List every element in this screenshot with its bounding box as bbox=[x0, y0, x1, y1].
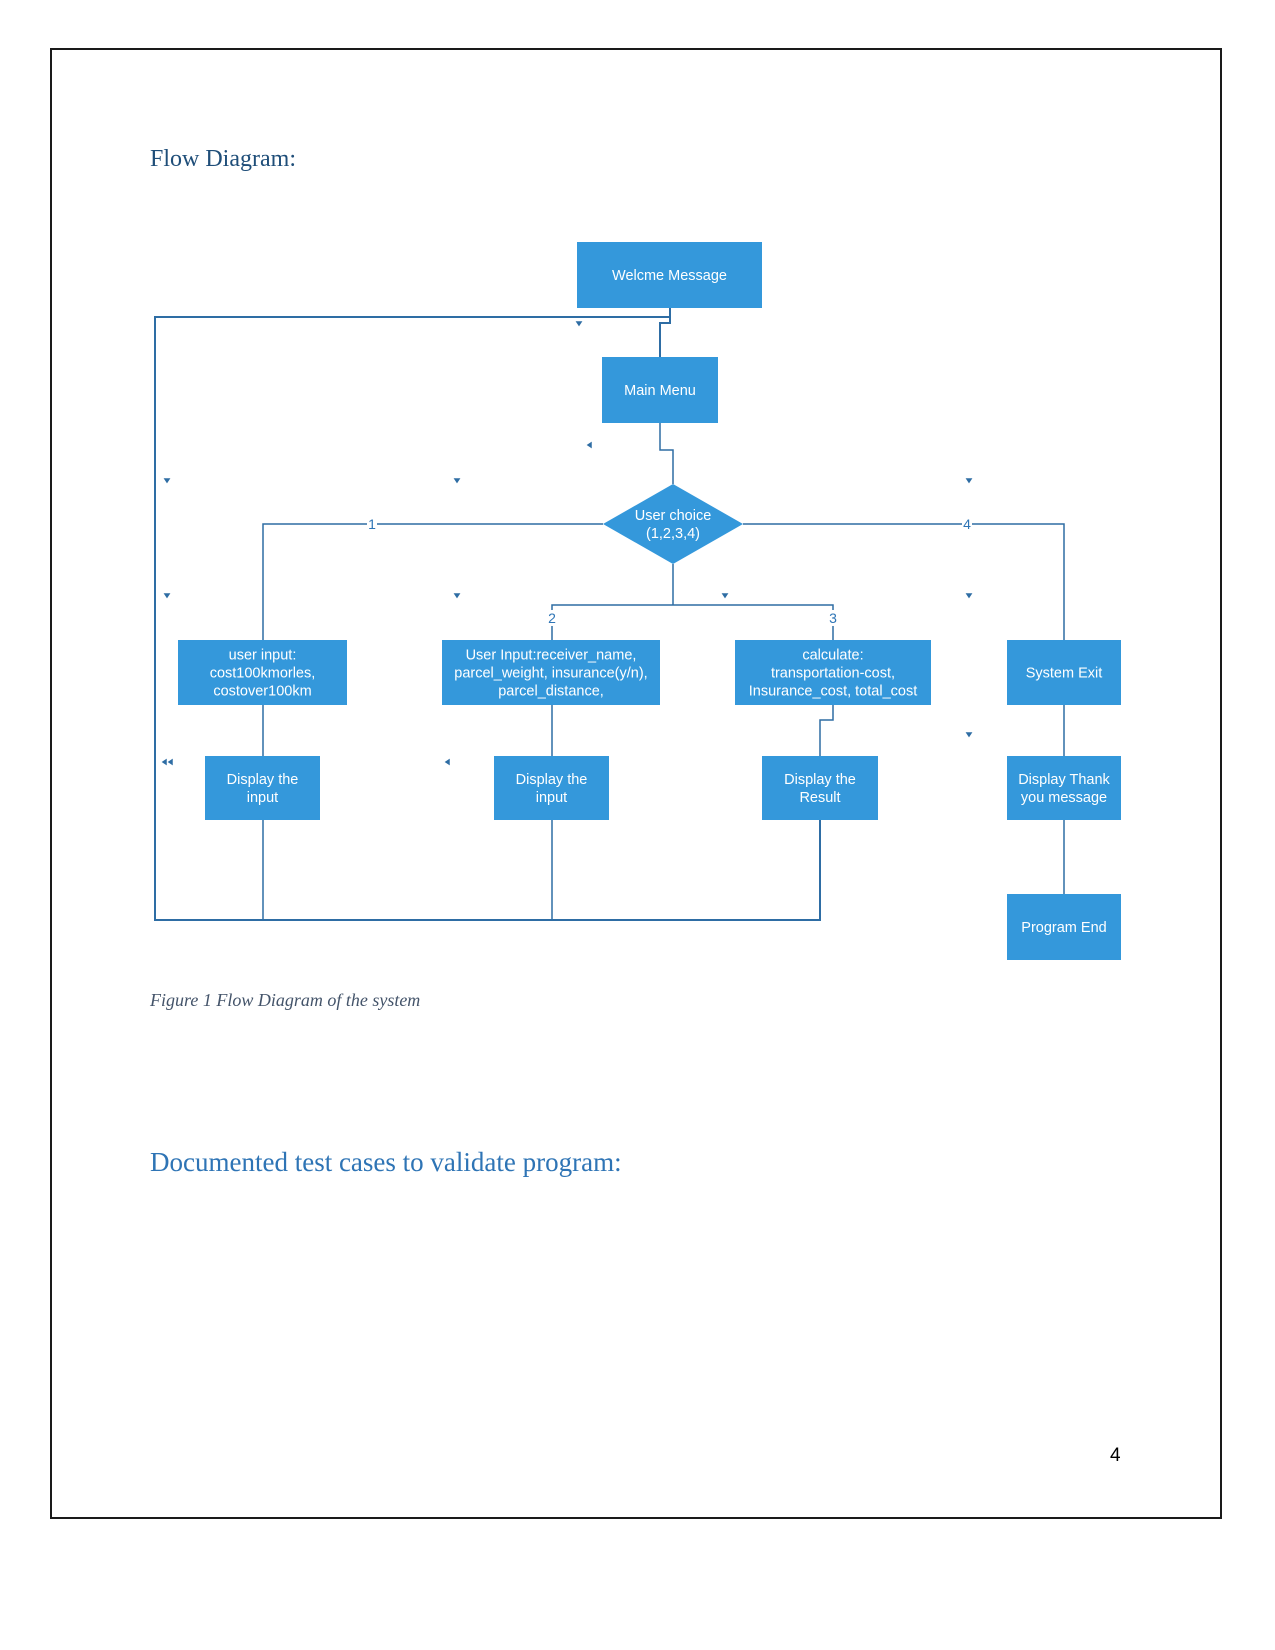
node-label: Display the bbox=[784, 772, 856, 788]
node-label: parcel_weight, insurance(y/n), bbox=[454, 666, 647, 682]
node-calculate: calculate: transportation-cost, Insurance_… bbox=[735, 640, 931, 705]
node-display-input-2: Display the input bbox=[494, 756, 609, 820]
node-label: Display the bbox=[516, 772, 588, 788]
node-label: Insurance_cost, total_cost bbox=[749, 684, 917, 700]
edge-label-choice-4: 4 bbox=[963, 516, 971, 532]
arrow-marker-icon bbox=[453, 478, 461, 484]
node-system-exit: System Exit bbox=[1007, 640, 1121, 705]
node-display-input-1: Display the input bbox=[205, 756, 320, 820]
node-label: user input: bbox=[229, 648, 297, 664]
connector-welcome-to-menu bbox=[659, 308, 671, 357]
arrow-marker-icon bbox=[586, 441, 592, 449]
node-main-menu: Main Menu bbox=[602, 357, 718, 423]
arrow-marker-icon bbox=[161, 758, 167, 766]
node-welcome: Welcme Message bbox=[577, 242, 762, 308]
arrow-marker-icon bbox=[167, 758, 173, 766]
rect-shape bbox=[205, 756, 320, 820]
node-label: input bbox=[536, 790, 567, 806]
node-label: costover100km bbox=[213, 684, 311, 700]
node-user-input-2: User Input:receiver_name, parcel_weight, … bbox=[442, 640, 660, 705]
node-label: User Input:receiver_name, bbox=[466, 648, 637, 664]
edge-label-choice-3: 3 bbox=[829, 610, 837, 626]
node-program-end: Program End bbox=[1007, 894, 1121, 960]
rect-shape bbox=[1007, 756, 1121, 820]
arrow-marker-icon bbox=[965, 478, 973, 484]
rect-shape bbox=[494, 756, 609, 820]
arrow-marker-icon bbox=[163, 478, 171, 484]
node-display-thank-you: Display Thank you message bbox=[1007, 756, 1121, 820]
nodes: Welcme Message Main Menu User choice (1,2,3… bbox=[178, 242, 1121, 960]
arrow-marker-icon bbox=[163, 593, 171, 599]
node-label: Main Menu bbox=[624, 383, 696, 399]
node-label: Display Thank bbox=[1018, 772, 1110, 788]
node-label: System Exit bbox=[1026, 666, 1103, 682]
diamond-shape bbox=[603, 484, 743, 564]
connector-split-2-3 bbox=[551, 604, 834, 640]
arrow-marker-icon bbox=[721, 593, 729, 599]
node-label: Welcme Message bbox=[612, 268, 727, 284]
arrow-marker-icon bbox=[575, 321, 583, 327]
connector-calc-to-result bbox=[819, 705, 834, 756]
node-label: User choice bbox=[635, 508, 712, 524]
connector-menu-to-choice bbox=[659, 423, 674, 484]
node-user-choice: User choice (1,2,3,4) bbox=[603, 484, 743, 564]
node-label: input bbox=[247, 790, 278, 806]
node-label: cost100kmorles, bbox=[210, 666, 316, 682]
figure-caption: Figure 1 Flow Diagram of the system bbox=[150, 990, 421, 1010]
node-label: calculate: bbox=[802, 648, 863, 664]
edge-label-choice-1: 1 bbox=[368, 516, 376, 532]
node-display-result: Display the Result bbox=[762, 756, 878, 820]
arrow-marker-icon bbox=[965, 593, 973, 599]
node-user-input-1: user input: cost100kmorles, costover100km bbox=[178, 640, 347, 705]
node-label: you message bbox=[1021, 790, 1107, 806]
node-label: parcel_distance, bbox=[498, 684, 604, 700]
arrow-marker-icon bbox=[965, 732, 973, 738]
node-label: Program End bbox=[1021, 920, 1106, 936]
arrow-marker-icon bbox=[453, 593, 461, 599]
arrow-marker-icon bbox=[444, 758, 450, 766]
node-label: Display the bbox=[227, 772, 299, 788]
section-heading-test-cases: Documented test cases to validate progra… bbox=[150, 1147, 622, 1177]
page-number: 4 bbox=[1110, 1445, 1121, 1466]
connector-choice-option-4 bbox=[743, 523, 1065, 640]
flow-diagram: Welcme Message Main Menu User choice (1,2,3… bbox=[154, 242, 1121, 960]
edge-label-choice-2: 2 bbox=[548, 610, 556, 626]
node-label: (1,2,3,4) bbox=[646, 526, 700, 542]
node-label: transportation-cost, bbox=[771, 666, 895, 682]
rect-shape bbox=[762, 756, 878, 820]
node-label: Result bbox=[799, 790, 840, 806]
connector-loop-back bbox=[154, 316, 821, 921]
